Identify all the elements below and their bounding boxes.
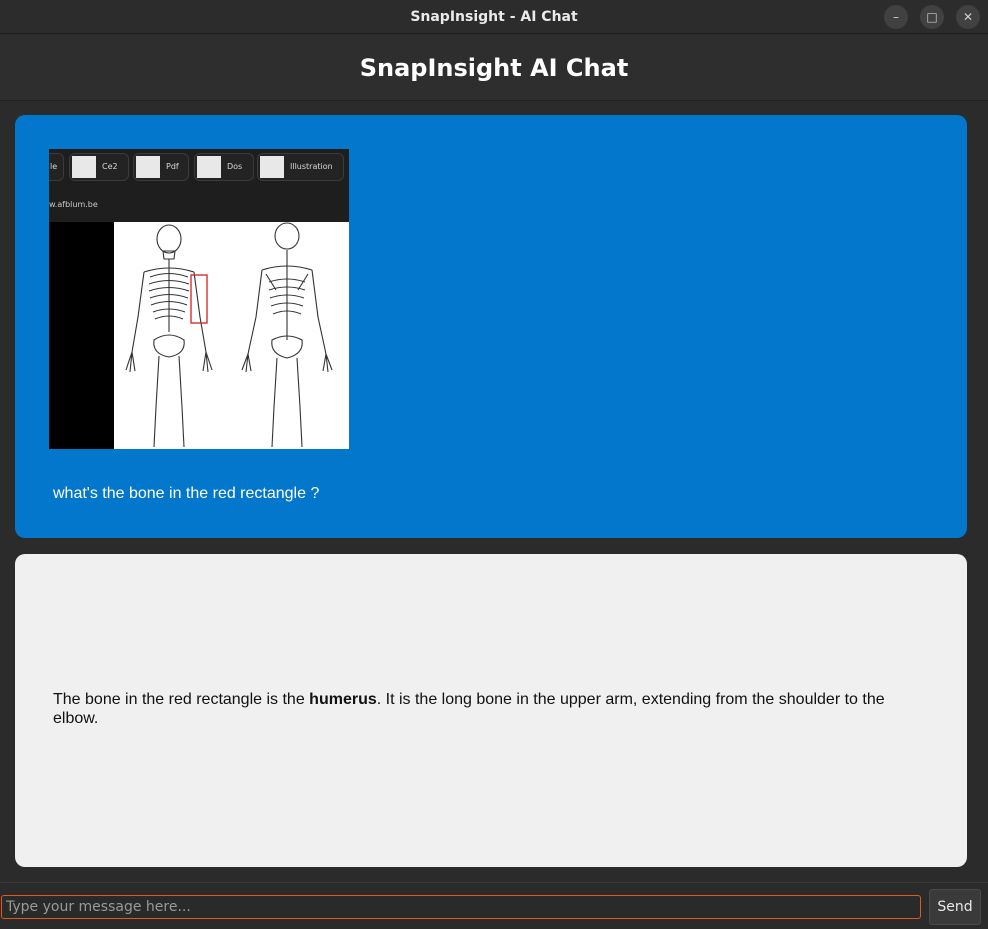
close-icon[interactable]: ✕: [956, 5, 980, 29]
window-title: SnapInsight - AI Chat: [410, 9, 578, 25]
assistant-message-text: The bone in the red rectangle is the hum…: [53, 690, 923, 728]
screenshot-tab: le: [49, 153, 64, 181]
chat-area[interactable]: le Ce2 Pdf Dos Illustration w.afblum.be …: [0, 101, 988, 883]
screenshot-tab-label: Pdf: [166, 162, 179, 171]
attached-screenshot: le Ce2 Pdf Dos Illustration w.afblum.be: [49, 149, 349, 449]
screenshot-url: w.afblum.be: [49, 185, 349, 222]
send-button[interactable]: Send: [929, 889, 981, 925]
screenshot-tab: Ce2: [69, 153, 129, 181]
input-bar: Send: [0, 883, 988, 929]
message-input[interactable]: [1, 895, 921, 919]
screenshot-tab-label: Illustration: [290, 162, 333, 171]
screenshot-tab: Illustration: [257, 153, 344, 181]
screenshot-tab: Dos: [194, 153, 254, 181]
screenshot-black-panel: [49, 222, 114, 449]
user-message-bubble: le Ce2 Pdf Dos Illustration w.afblum.be …: [15, 115, 967, 538]
skeleton-thumbnail-icon: [72, 156, 96, 178]
app-header: SnapInsight AI Chat: [0, 35, 988, 101]
skeleton-drawing: [125, 222, 333, 448]
screenshot-tab-label: Dos: [227, 162, 243, 171]
maximize-icon[interactable]: □: [920, 5, 944, 29]
screenshot-tab: Pdf: [133, 153, 189, 181]
window-titlebar: SnapInsight - AI Chat – □ ✕: [0, 0, 988, 34]
skeleton-thumbnail-icon: [136, 156, 160, 178]
minimize-icon[interactable]: –: [884, 5, 908, 29]
answer-text-start: The bone in the red rectangle is the: [53, 691, 310, 708]
screenshot-tab-strip: le Ce2 Pdf Dos Illustration: [49, 149, 349, 185]
assistant-message-bubble: The bone in the red rectangle is the hum…: [15, 554, 967, 867]
skeleton-illustration: [114, 222, 349, 449]
highlight-rectangle: [190, 274, 208, 324]
skeleton-thumbnail-icon: [260, 156, 284, 178]
user-message-text: what's the bone in the red rectangle ?: [53, 485, 320, 502]
app-title: SnapInsight AI Chat: [359, 54, 629, 82]
skeleton-thumbnail-icon: [197, 156, 221, 178]
screenshot-tab-label: Ce2: [102, 162, 118, 171]
answer-bold-term: humerus: [309, 691, 377, 708]
screenshot-tab-label: le: [50, 162, 58, 171]
